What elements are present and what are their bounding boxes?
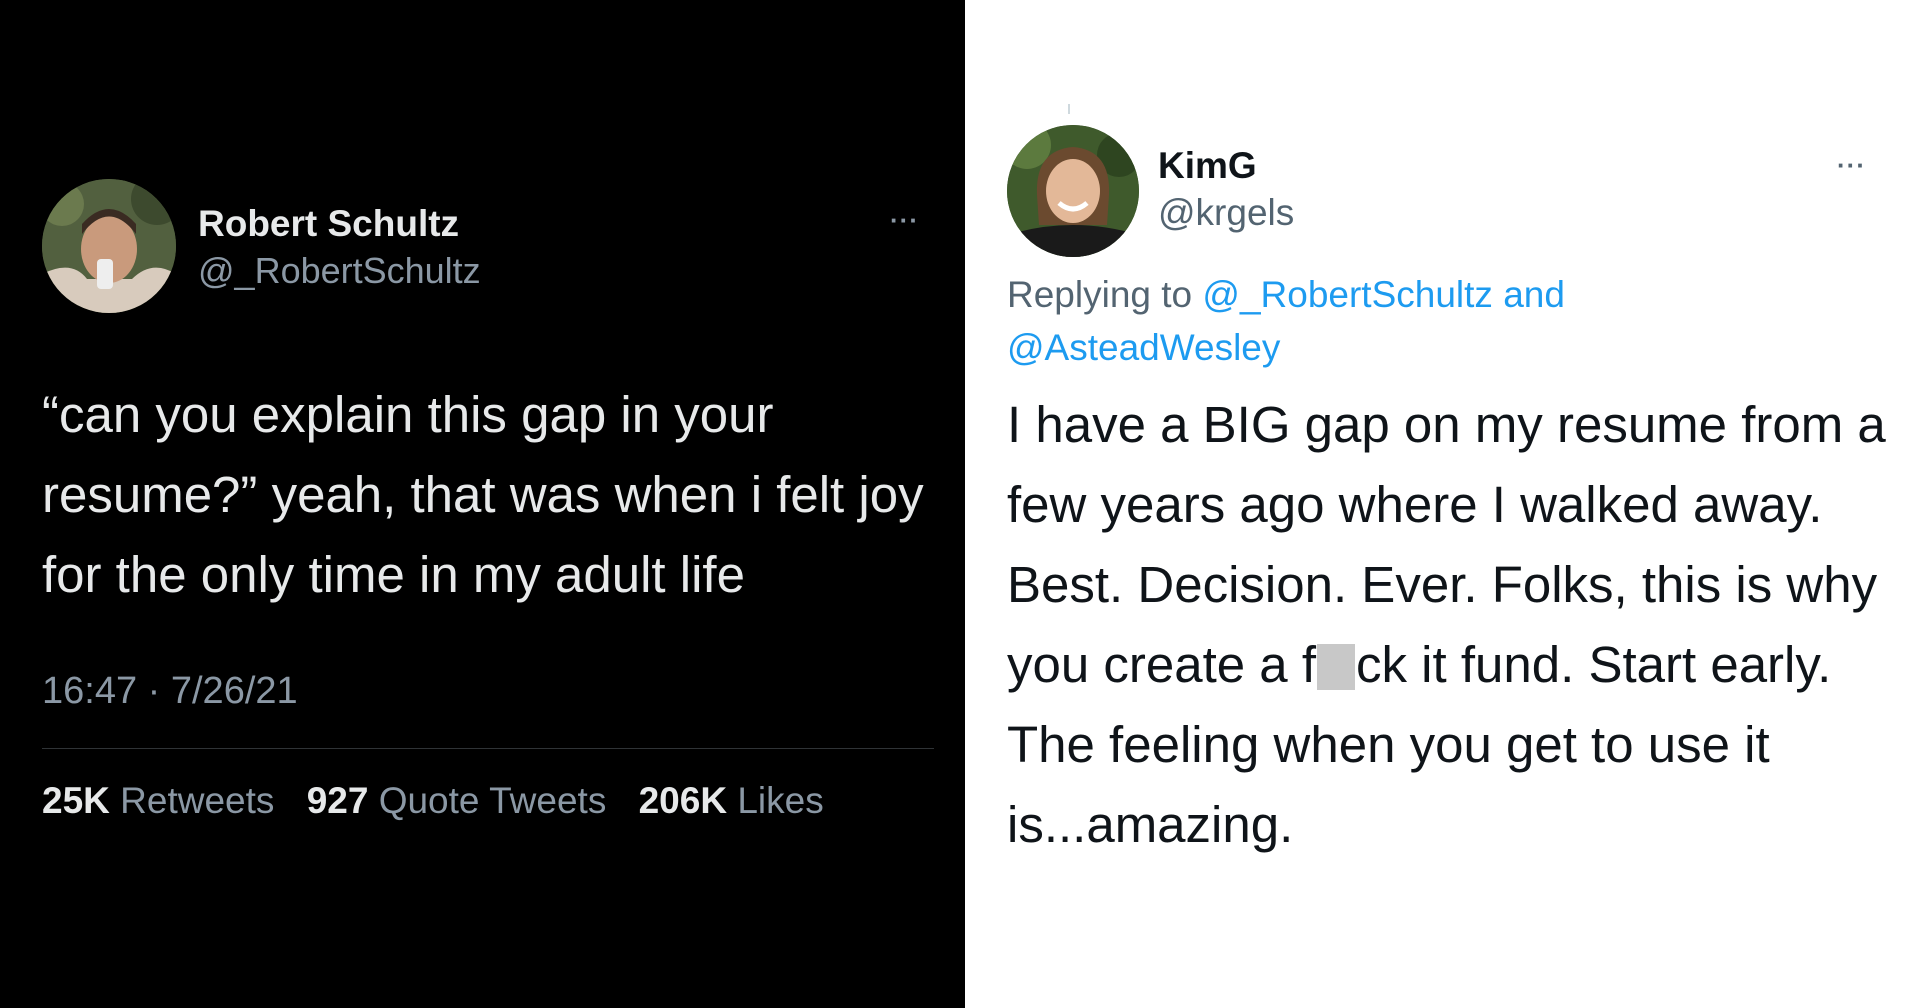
mention-asteadwesley[interactable]: @AsteadWesley: [1007, 327, 1280, 368]
tweet-text: “can you explain this gap in your resume…: [42, 386, 924, 603]
tweet-text: I have a BIG gap on my resume from a few…: [1007, 385, 1897, 865]
likes-count: 206K: [638, 780, 728, 821]
likes-label: Likes: [737, 780, 824, 821]
avatar-photo-icon: [42, 179, 176, 313]
tweet-light: KimG @krgels ··· Replying to @_RobertSch…: [965, 0, 1920, 1008]
thread-line: [1068, 104, 1070, 114]
tweet-dark: Robert Schultz @_RobertSchultz ··· “can …: [0, 0, 965, 1008]
author-name[interactable]: KimG: [1158, 145, 1257, 187]
kimg-avatar[interactable]: [1007, 125, 1139, 257]
author-handle[interactable]: @_RobertSchultz: [198, 250, 481, 292]
replying-prefix: Replying to: [1007, 274, 1193, 315]
retweets-count: 25K: [42, 780, 110, 821]
censor-block: [1317, 644, 1356, 690]
avatar-photo-icon: [1007, 125, 1139, 257]
mention-robertschultz[interactable]: @_RobertSchultz: [1202, 274, 1493, 315]
likes-stat[interactable]: 206K Likes: [639, 780, 824, 821]
quote-tweets-stat[interactable]: 927 Quote Tweets: [307, 780, 607, 821]
retweets-label: Retweets: [120, 780, 275, 821]
replying-to: Replying to @_RobertSchultz and @AsteadW…: [1007, 268, 1707, 374]
replying-and: and: [1503, 274, 1565, 315]
retweets-stat[interactable]: 25K Retweets: [42, 780, 274, 821]
ellipsis-icon[interactable]: ···: [890, 205, 919, 236]
author-handle[interactable]: @krgels: [1158, 192, 1294, 234]
tweet-stats: 25K Retweets 927 Quote Tweets 206K Likes: [42, 780, 846, 822]
quote-tweets-label: Quote Tweets: [378, 780, 607, 821]
quote-tweets-count: 927: [306, 780, 369, 821]
author-name[interactable]: Robert Schultz: [198, 203, 459, 245]
divider: [42, 748, 934, 749]
ellipsis-icon[interactable]: ···: [1837, 150, 1866, 181]
tweet-timestamp[interactable]: 16:47 · 7/26/21: [42, 670, 298, 713]
robert-schultz-avatar[interactable]: [42, 179, 176, 313]
